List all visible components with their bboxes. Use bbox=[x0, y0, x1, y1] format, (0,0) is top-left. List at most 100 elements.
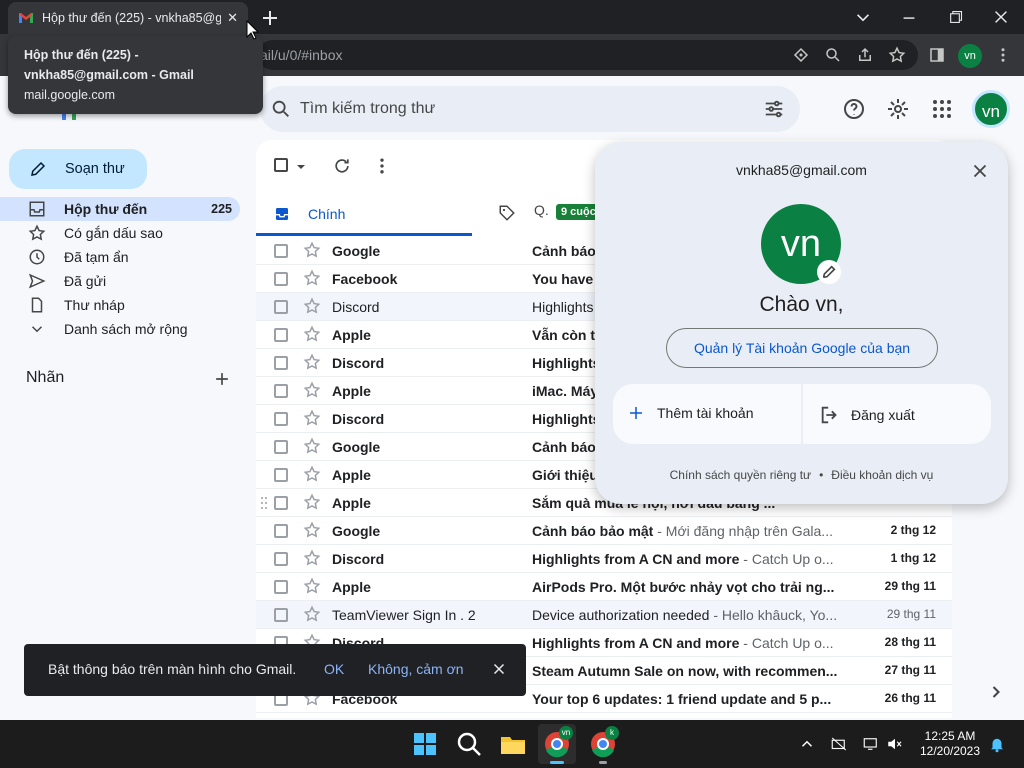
chrome-app-active[interactable]: vn bbox=[538, 724, 576, 764]
row-checkbox[interactable] bbox=[274, 552, 288, 566]
file-explorer-icon[interactable] bbox=[498, 729, 528, 759]
sidebar-item-4[interactable]: Thư nháp bbox=[0, 293, 240, 317]
share-icon[interactable] bbox=[856, 46, 874, 64]
network-disconnected-icon[interactable] bbox=[830, 735, 848, 753]
sidebar-item-2[interactable]: Đã tạm ẩn bbox=[0, 245, 240, 269]
sidebar-item-1[interactable]: Có gắn dấu sao bbox=[0, 221, 240, 245]
snackbar-ok-button[interactable]: OK bbox=[324, 661, 344, 677]
row-checkbox[interactable] bbox=[274, 468, 288, 482]
edit-photo-icon[interactable] bbox=[817, 260, 841, 284]
row-star-icon[interactable] bbox=[303, 297, 321, 315]
row-star-icon[interactable] bbox=[303, 549, 321, 567]
search-icon[interactable] bbox=[270, 98, 292, 120]
bookmark-star-icon[interactable] bbox=[888, 46, 906, 64]
row-star-icon[interactable] bbox=[303, 269, 321, 287]
sign-out-button[interactable]: Đăng xuất bbox=[819, 404, 915, 426]
row-checkbox[interactable] bbox=[274, 440, 288, 454]
manage-account-button[interactable]: Quản lý Tài khoản Google của bạn bbox=[666, 328, 938, 368]
sidebar-item-5[interactable]: Danh sách mở rộng bbox=[0, 317, 240, 341]
row-checkbox[interactable] bbox=[274, 496, 288, 510]
add-label-icon[interactable] bbox=[212, 369, 232, 389]
email-row[interactable]: TeamViewer Sign In . 2 Device authorizati… bbox=[256, 601, 952, 629]
row-star-icon[interactable] bbox=[303, 241, 321, 259]
tab-close-icon[interactable]: ✕ bbox=[227, 10, 238, 26]
email-row[interactable]: Apple AirPods Pro. Một bước nhảy vọt cho … bbox=[256, 573, 952, 601]
terms-link[interactable]: Điều khoản dịch vụ bbox=[831, 468, 933, 482]
draft-icon bbox=[31, 297, 43, 313]
promotions-tag-icon[interactable] bbox=[498, 204, 516, 222]
snackbar-close-icon[interactable] bbox=[490, 660, 508, 678]
sidebar-item-3[interactable]: Đã gửi bbox=[0, 269, 240, 293]
row-checkbox[interactable] bbox=[274, 580, 288, 594]
browser-tab-gmail[interactable]: Hộp thư đến (225) - vnkha85@gr ✕ bbox=[8, 2, 248, 34]
chrome-profile-badge-1: vn bbox=[559, 726, 573, 740]
add-account-button[interactable]: Thêm tài khoản bbox=[627, 404, 754, 422]
tab-promotions-label[interactable]: Q. bbox=[534, 202, 549, 218]
row-star-icon[interactable] bbox=[303, 605, 321, 623]
row-star-icon[interactable] bbox=[303, 493, 321, 511]
email-row[interactable]: Discord Highlights from A CN and more - C… bbox=[256, 545, 952, 573]
tray-overflow-chevron-icon[interactable] bbox=[798, 735, 816, 753]
display-icon[interactable] bbox=[862, 735, 880, 753]
search-bar[interactable]: Tìm kiếm trong thư bbox=[260, 86, 800, 132]
zoom-icon[interactable] bbox=[824, 46, 842, 64]
privacy-link[interactable]: Chính sách quyền riêng tư bbox=[670, 468, 811, 482]
snackbar-dismiss-button[interactable]: Không, cảm ơn bbox=[368, 661, 464, 677]
taskbar-search-icon[interactable] bbox=[454, 729, 484, 759]
row-date: 29 thg 11 bbox=[884, 579, 936, 593]
browser-menu-icon[interactable] bbox=[994, 46, 1012, 64]
row-subject-text: Device authorization needed bbox=[532, 607, 710, 623]
account-avatar-button[interactable]: vn bbox=[972, 90, 1010, 128]
system-clock[interactable]: 12:25 AM 12/20/2023 bbox=[912, 729, 988, 759]
row-star-icon[interactable] bbox=[303, 437, 321, 455]
close-popup-icon[interactable] bbox=[969, 160, 991, 182]
compose-button[interactable]: Soạn thư bbox=[9, 149, 147, 189]
select-caret-icon[interactable] bbox=[294, 157, 308, 177]
row-checkbox[interactable] bbox=[274, 244, 288, 258]
side-panel-icon[interactable] bbox=[928, 46, 946, 64]
apps-grid-icon[interactable] bbox=[930, 97, 954, 121]
row-star-icon[interactable] bbox=[303, 577, 321, 595]
row-checkbox[interactable] bbox=[274, 412, 288, 426]
search-options-icon[interactable] bbox=[763, 98, 785, 120]
notification-bell-icon[interactable] bbox=[988, 735, 1006, 753]
windows-start-icon[interactable] bbox=[410, 729, 440, 759]
help-icon[interactable] bbox=[842, 97, 866, 121]
new-tab-icon[interactable] bbox=[258, 6, 282, 30]
email-row[interactable]: Google Cảnh báo bảo mật - Mới đăng nhập t… bbox=[256, 517, 952, 545]
row-subject-text: iMac. Máy bbox=[532, 383, 599, 399]
row-star-icon[interactable] bbox=[303, 521, 321, 539]
tab-primary[interactable]: Chính bbox=[256, 198, 472, 236]
select-all-checkbox[interactable] bbox=[274, 158, 288, 172]
row-star-icon[interactable] bbox=[303, 465, 321, 483]
row-star-icon[interactable] bbox=[303, 381, 321, 399]
extension-icon[interactable] bbox=[792, 46, 810, 64]
minimize-icon[interactable] bbox=[896, 4, 922, 30]
row-star-icon[interactable] bbox=[303, 353, 321, 371]
drag-handle-icon[interactable] bbox=[260, 496, 268, 510]
chrome-app-second[interactable]: k bbox=[584, 724, 622, 764]
more-options-icon[interactable] bbox=[372, 156, 392, 176]
address-bar[interactable]: ail/u/0/#inbox bbox=[258, 40, 918, 70]
row-checkbox[interactable] bbox=[274, 524, 288, 538]
restore-icon[interactable] bbox=[942, 4, 968, 30]
row-checkbox[interactable] bbox=[274, 328, 288, 342]
sidebar-item-0[interactable]: Hộp thư đến 225 bbox=[0, 197, 240, 221]
inbox-icon bbox=[29, 201, 45, 217]
row-checkbox[interactable] bbox=[274, 384, 288, 398]
row-star-icon[interactable] bbox=[303, 325, 321, 343]
row-checkbox[interactable] bbox=[274, 356, 288, 370]
row-star-icon[interactable] bbox=[303, 409, 321, 427]
row-checkbox[interactable] bbox=[274, 608, 288, 622]
row-subject-text: Highlights bbox=[532, 411, 601, 427]
row-checkbox[interactable] bbox=[274, 272, 288, 286]
row-sender: Apple bbox=[332, 383, 371, 399]
window-close-icon[interactable] bbox=[988, 4, 1014, 30]
expand-side-panel-icon[interactable] bbox=[986, 682, 1006, 702]
tab-search-chevron-icon[interactable] bbox=[850, 4, 876, 30]
browser-profile-avatar[interactable]: vn bbox=[958, 44, 982, 68]
row-checkbox[interactable] bbox=[274, 300, 288, 314]
volume-muted-icon[interactable] bbox=[886, 735, 904, 753]
settings-gear-icon[interactable] bbox=[886, 97, 910, 121]
refresh-icon[interactable] bbox=[332, 156, 352, 176]
